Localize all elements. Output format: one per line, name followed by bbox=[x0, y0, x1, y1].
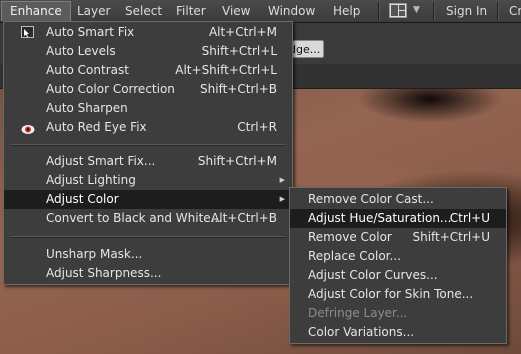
layout-grid-icon bbox=[389, 3, 407, 18]
menu-item-label: Adjust Color Curves... bbox=[308, 268, 438, 282]
menu-item-adjust-smart-fix[interactable]: Adjust Smart Fix... Shift+Ctrl+M bbox=[4, 152, 292, 171]
menu-item-label: Auto Red Eye Fix bbox=[46, 120, 147, 134]
adjust-color-submenu: Remove Color Cast... Adjust Hue/Saturati… bbox=[289, 187, 507, 344]
submenu-arrow-icon: ▶ bbox=[279, 176, 285, 184]
shortcut-label: Shift+Ctrl+M bbox=[197, 154, 277, 168]
menu-item-auto-levels[interactable]: Auto Levels Shift+Ctrl+L bbox=[4, 42, 292, 61]
menu-enhance[interactable]: Enhance bbox=[1, 1, 71, 21]
menu-item-label: Defringe Layer... bbox=[308, 306, 408, 320]
menu-separator bbox=[10, 144, 286, 146]
menu-item-label: Color Variations... bbox=[308, 325, 415, 339]
menu-item-label: Adjust Color bbox=[46, 192, 119, 206]
menu-item-convert-to-black-and-white[interactable]: Convert to Black and White... Alt+Ctrl+B bbox=[4, 209, 292, 228]
menu-item-adjust-color-curves[interactable]: Adjust Color Curves... bbox=[290, 266, 506, 285]
menu-item-adjust-color[interactable]: Adjust Color ▶ bbox=[4, 190, 292, 209]
menu-filter[interactable]: Filter bbox=[176, 4, 206, 18]
submenu-arrow-icon: ▶ bbox=[279, 195, 285, 203]
menu-item-auto-red-eye-fix[interactable]: Auto Red Eye Fix Ctrl+R bbox=[4, 118, 292, 137]
shortcut-label: Shift+Ctrl+B bbox=[200, 82, 277, 96]
menu-item-label: Adjust Smart Fix... bbox=[46, 154, 156, 168]
enhance-menu: Auto Smart Fix Alt+Ctrl+M Auto Levels Sh… bbox=[3, 21, 293, 285]
layout-dropdown-arrow-icon[interactable]: ▼ bbox=[413, 5, 420, 15]
menu-help[interactable]: Help bbox=[333, 4, 360, 18]
shortcut-label: Ctrl+R bbox=[237, 120, 277, 134]
shortcut-label: Ctrl+U bbox=[449, 211, 490, 225]
menu-item-adjust-color-for-skin-tone[interactable]: Adjust Color for Skin Tone... bbox=[290, 285, 506, 304]
menu-item-label: Adjust Color for Skin Tone... bbox=[308, 287, 474, 301]
menu-item-label: Unsharp Mask... bbox=[46, 247, 143, 261]
menu-item-label: Remove Color Cast... bbox=[308, 192, 434, 206]
menu-item-auto-contrast[interactable]: Auto Contrast Alt+Shift+Ctrl+L bbox=[4, 61, 292, 80]
menu-layer[interactable]: Layer bbox=[77, 4, 110, 18]
menubar-divider bbox=[433, 2, 435, 20]
menu-item-defringe-layer: Defringe Layer... bbox=[290, 304, 506, 323]
menu-item-adjust-sharpness[interactable]: Adjust Sharpness... bbox=[4, 264, 292, 283]
menu-item-label: Adjust Lighting bbox=[46, 173, 136, 187]
shortcut-label: Shift+Ctrl+U bbox=[412, 230, 490, 244]
menu-window[interactable]: Window bbox=[268, 4, 315, 18]
menu-item-label: Adjust Hue/Saturation... bbox=[308, 211, 452, 225]
shortcut-label: Alt+Shift+Ctrl+L bbox=[175, 63, 277, 77]
menubar-divider bbox=[378, 2, 380, 20]
menu-item-label: Convert to Black and White... bbox=[46, 211, 223, 225]
workspace-layout-button[interactable] bbox=[389, 3, 411, 19]
menu-item-color-variations[interactable]: Color Variations... bbox=[290, 323, 506, 342]
menu-view[interactable]: View bbox=[222, 4, 250, 18]
menu-separator bbox=[10, 236, 286, 238]
shortcut-label: Alt+Ctrl+B bbox=[211, 211, 277, 225]
shortcut-label: Alt+Ctrl+M bbox=[208, 25, 277, 39]
sign-in-link[interactable]: Sign In bbox=[446, 4, 487, 18]
menu-item-label: Remove Color bbox=[308, 230, 392, 244]
menu-item-label: Auto Contrast bbox=[46, 63, 129, 77]
menu-item-adjust-hue-saturation[interactable]: Adjust Hue/Saturation... Ctrl+U bbox=[290, 209, 506, 228]
menu-truncated-item[interactable]: Cr bbox=[509, 4, 521, 18]
menu-item-label: Auto Sharpen bbox=[46, 101, 128, 115]
menubar: Enhance Layer Select Filter View Window … bbox=[0, 0, 521, 23]
menu-item-label: Adjust Sharpness... bbox=[46, 266, 162, 280]
menu-item-label: Replace Color... bbox=[308, 249, 401, 263]
auto-smart-fix-icon bbox=[21, 26, 35, 39]
menu-item-auto-sharpen[interactable]: Auto Sharpen bbox=[4, 99, 292, 118]
shortcut-label: Shift+Ctrl+L bbox=[201, 44, 277, 58]
menu-item-label: Auto Levels bbox=[46, 44, 116, 58]
menu-item-label: Auto Smart Fix bbox=[46, 25, 135, 39]
menu-item-auto-color-correction[interactable]: Auto Color Correction Shift+Ctrl+B bbox=[4, 80, 292, 99]
menu-select[interactable]: Select bbox=[125, 4, 162, 18]
menu-item-unsharp-mask[interactable]: Unsharp Mask... bbox=[4, 245, 292, 264]
menu-item-remove-color[interactable]: Remove Color Shift+Ctrl+U bbox=[290, 228, 506, 247]
red-eye-icon bbox=[21, 122, 35, 135]
menu-item-label: Auto Color Correction bbox=[46, 82, 175, 96]
menubar-divider bbox=[497, 2, 499, 20]
menu-item-remove-color-cast[interactable]: Remove Color Cast... bbox=[290, 190, 506, 209]
menu-item-replace-color[interactable]: Replace Color... bbox=[290, 247, 506, 266]
menu-item-adjust-lighting[interactable]: Adjust Lighting ▶ bbox=[4, 171, 292, 190]
menu-item-auto-smart-fix[interactable]: Auto Smart Fix Alt+Ctrl+M bbox=[4, 23, 292, 42]
